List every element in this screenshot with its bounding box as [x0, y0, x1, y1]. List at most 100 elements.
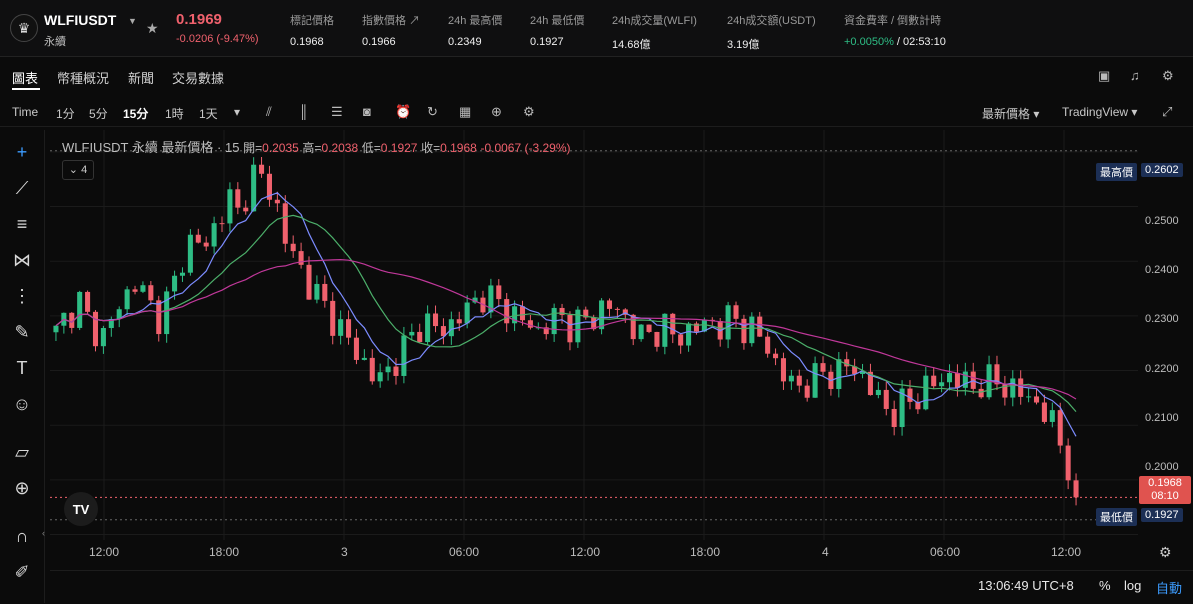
- settings-gear-icon[interactable]: ⚙: [1162, 68, 1174, 84]
- lock-drawing-icon[interactable]: ✐: [9, 560, 35, 584]
- view-select[interactable]: TradingView ▾: [1062, 105, 1137, 119]
- indicators-toggle[interactable]: ⌄ 4: [62, 160, 94, 180]
- interval-5m[interactable]: 5分: [89, 105, 108, 122]
- candle-body: [1033, 396, 1040, 403]
- interval-1m[interactable]: 1分: [56, 105, 75, 122]
- symbol-name[interactable]: WLFIUSDT: [44, 12, 116, 28]
- candle-body: [939, 382, 945, 387]
- screenshot-icon[interactable]: ◙: [363, 104, 371, 119]
- view-tabs: 圖表 幣種概況 新聞 交易數據 ▣ ♫ ⚙: [0, 60, 1193, 94]
- candle-body: [179, 272, 186, 276]
- horizontal-lines-icon[interactable]: ≡: [9, 212, 35, 236]
- brush-icon[interactable]: ✎: [9, 320, 35, 344]
- legend-high: 0.2038: [321, 141, 359, 155]
- star-icon[interactable]: ★: [146, 20, 159, 37]
- time-label[interactable]: Time: [12, 105, 38, 119]
- candle-body: [638, 324, 644, 340]
- interval-dropdown-icon[interactable]: ▾: [234, 105, 240, 119]
- candle-body: [322, 283, 328, 301]
- stat-24h-high: 24h 最高價 0.2349: [448, 15, 503, 48]
- legend-title: WLFIUSDT 永續 最新價格 · 15: [62, 140, 240, 155]
- candle-body: [875, 389, 881, 396]
- candle-body: [85, 291, 91, 312]
- candle-body: [282, 203, 288, 244]
- candle-body: [235, 189, 241, 208]
- candle-body: [946, 373, 953, 383]
- candle-body: [432, 313, 439, 327]
- candle-body: [290, 243, 296, 252]
- candle-body: [1065, 445, 1071, 481]
- high-price-badge: 最高價: [1096, 163, 1137, 181]
- candle-body: [132, 289, 138, 292]
- time-tick: 06:00: [449, 545, 480, 559]
- candle-body: [219, 223, 225, 225]
- stat-index-price[interactable]: 指數價格 ↗ 0.1966: [362, 12, 420, 48]
- candlestick-chart[interactable]: [50, 130, 1138, 540]
- zoom-icon[interactable]: ⊕: [9, 476, 35, 500]
- price-type-select[interactable]: 最新價格 ▾: [982, 105, 1039, 122]
- tab-coin-overview[interactable]: 幣種概況: [57, 68, 109, 87]
- pattern-icon[interactable]: ⋈: [9, 248, 35, 272]
- utc-clock[interactable]: 13:06:49 UTC+8: [978, 578, 1074, 593]
- candle-body: [567, 314, 573, 343]
- calculator-icon[interactable]: ▣: [1098, 68, 1110, 84]
- time-tick: 12:00: [1051, 545, 1082, 559]
- candle-body: [306, 264, 312, 300]
- tradingview-logo[interactable]: TV: [64, 492, 98, 526]
- market-type: 永續: [44, 36, 66, 48]
- fib-icon[interactable]: ⋮: [9, 284, 35, 308]
- alert-bell-icon[interactable]: ♫: [1130, 68, 1140, 83]
- template-icon[interactable]: ☰: [331, 104, 343, 120]
- candle-body: [456, 319, 462, 324]
- candle-body: [464, 302, 470, 324]
- candle-type-icon[interactable]: ║: [299, 104, 308, 119]
- log-toggle[interactable]: log: [1124, 578, 1141, 593]
- time-tick: 12:00: [570, 545, 601, 559]
- funding-countdown: / 02:53:10: [893, 36, 946, 48]
- crosshair-icon[interactable]: +: [9, 140, 35, 164]
- percent-toggle[interactable]: %: [1099, 578, 1111, 593]
- auto-scale-toggle[interactable]: 自動: [1156, 578, 1182, 597]
- candle-body: [654, 331, 660, 347]
- candle-body: [298, 251, 304, 265]
- tab-trading-data[interactable]: 交易數據: [172, 68, 224, 87]
- magnet-icon[interactable]: ∩: [9, 524, 35, 548]
- collapse-toolbar-icon[interactable]: ‹: [42, 528, 45, 538]
- candle-body: [749, 316, 755, 344]
- text-icon[interactable]: T: [9, 356, 35, 380]
- indicators-icon[interactable]: ⫽: [266, 104, 272, 120]
- time-tick: 4: [822, 545, 829, 559]
- fullscreen-icon[interactable]: ⤢: [1162, 104, 1172, 120]
- candle-body: [243, 207, 249, 212]
- tab-news[interactable]: 新聞: [128, 68, 154, 87]
- candle-body: [1073, 480, 1079, 498]
- calendar-icon[interactable]: ▦: [459, 104, 471, 120]
- candle-body: [377, 372, 383, 382]
- interval-1d[interactable]: 1天: [199, 105, 218, 122]
- candle-body: [346, 319, 352, 338]
- axis-settings-icon[interactable]: ⚙: [1159, 544, 1172, 561]
- candle-body: [211, 223, 217, 247]
- trend-line-icon[interactable]: ⟋: [9, 176, 35, 200]
- alarm-icon[interactable]: ⏰: [395, 104, 411, 120]
- ma-fast-line: [55, 192, 1077, 437]
- chevron-down-icon[interactable]: ▼: [128, 16, 137, 26]
- time-tick: 3: [341, 545, 348, 559]
- replay-icon[interactable]: ↻: [427, 104, 438, 120]
- chart-toolbar: Time 1分 5分 15分 1時 1天 ▾ ⫽ ║ ☰ ◙ ⏰ ↻ ▦ ⊕ ⚙…: [0, 100, 1193, 127]
- candle-body: [393, 366, 399, 376]
- candle-body: [1049, 410, 1055, 422]
- emoji-icon[interactable]: ☺: [9, 392, 35, 416]
- price-tick: 0.2200: [1145, 363, 1179, 375]
- interval-1h[interactable]: 1時: [165, 105, 184, 122]
- candle-body: [148, 285, 154, 301]
- candle-body: [314, 283, 320, 300]
- drawing-toolbar: + ⟋ ≡ ⋈ ⋮ ✎ T ☺ ▱ ⊕ ∩ ✐ ‹: [0, 130, 45, 603]
- candle-body: [954, 373, 960, 388]
- chart-settings-icon[interactable]: ⚙: [523, 104, 535, 120]
- tab-chart[interactable]: 圖表: [12, 68, 38, 87]
- interval-15m[interactable]: 15分: [123, 105, 148, 122]
- add-icon[interactable]: ⊕: [491, 104, 502, 120]
- ruler-icon[interactable]: ▱: [9, 440, 35, 464]
- candle-body: [812, 363, 818, 398]
